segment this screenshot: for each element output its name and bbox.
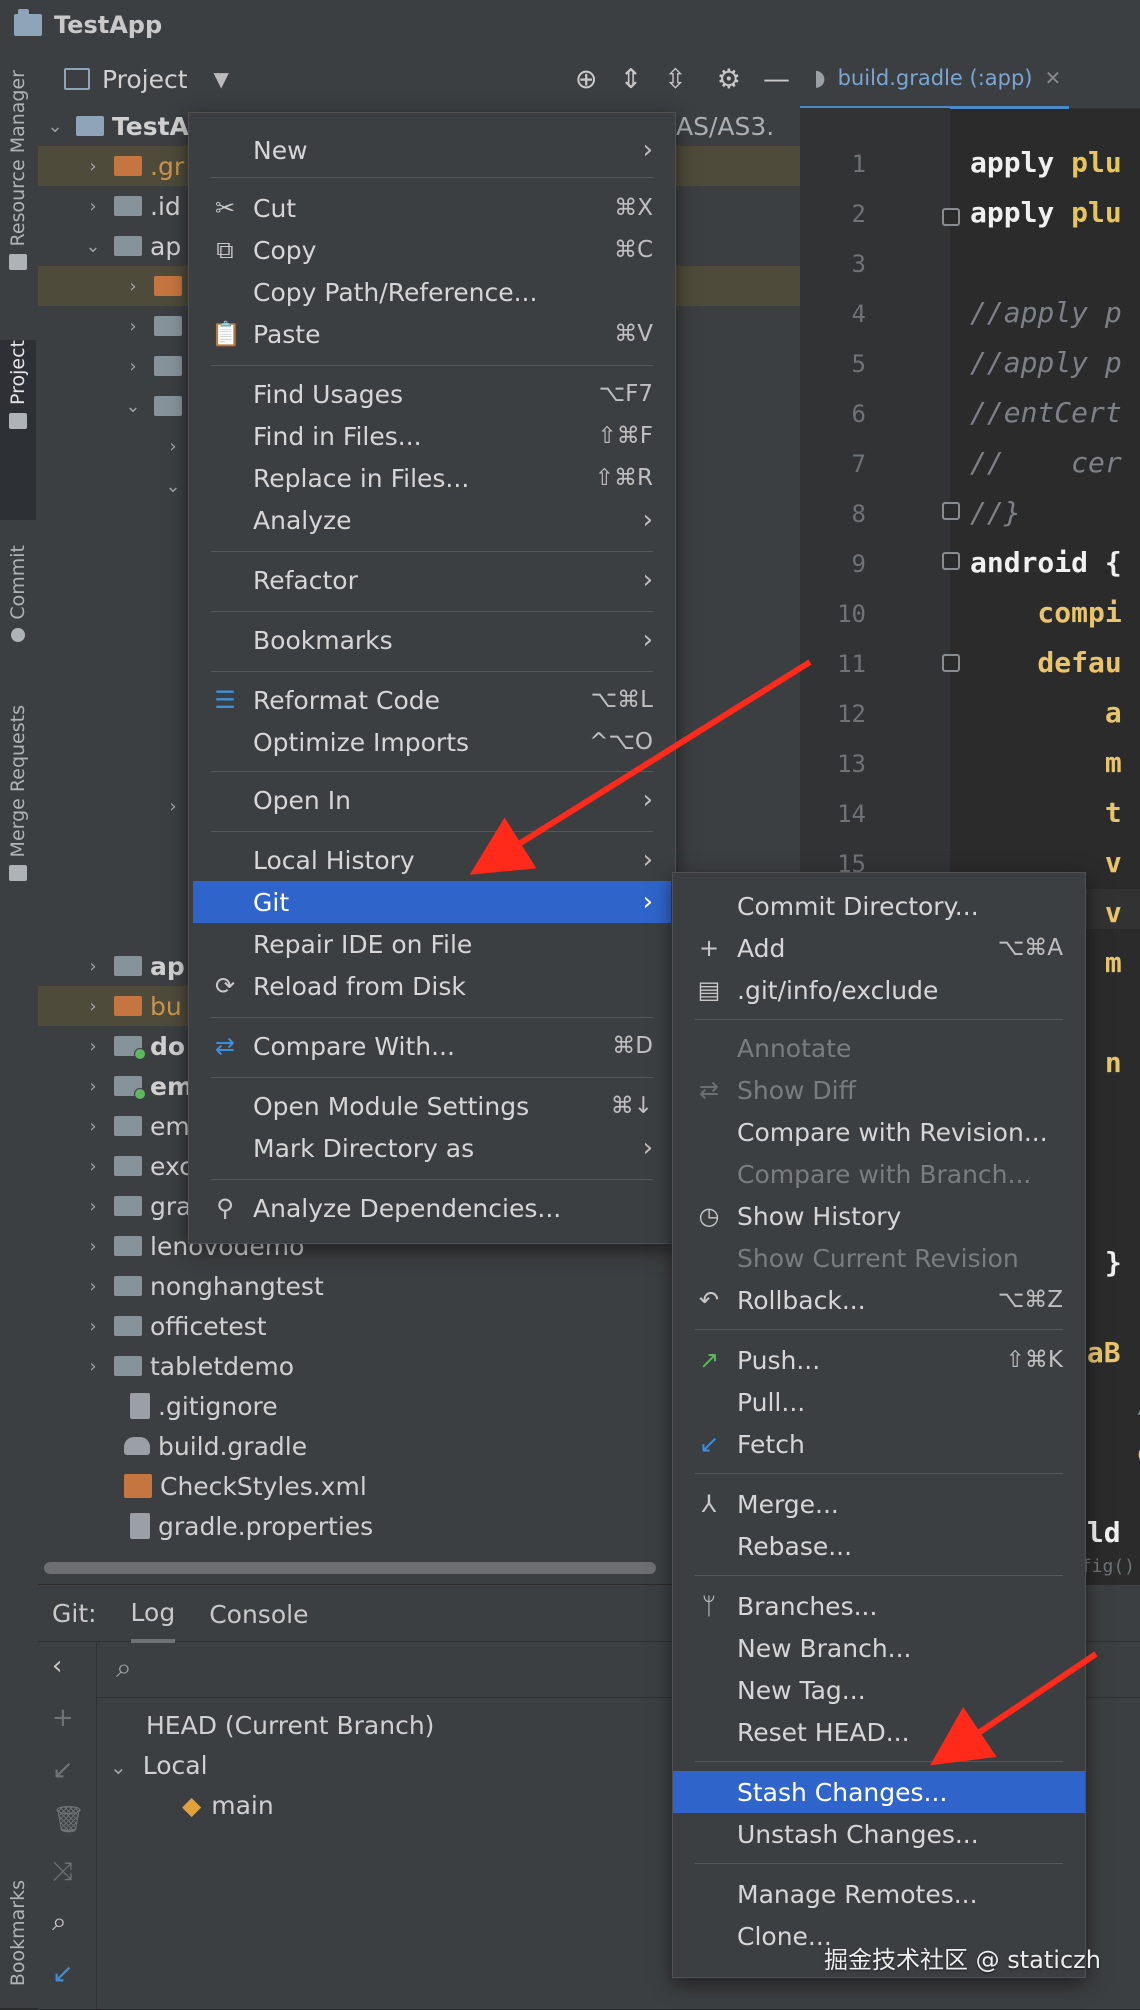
red-arrow-icon — [469, 659, 812, 875]
red-arrow-icon — [930, 1651, 1098, 1766]
watermark: 掘金技术社区 @ staticzh — [824, 1946, 1101, 1974]
annotation-arrows — [469, 659, 1098, 1766]
